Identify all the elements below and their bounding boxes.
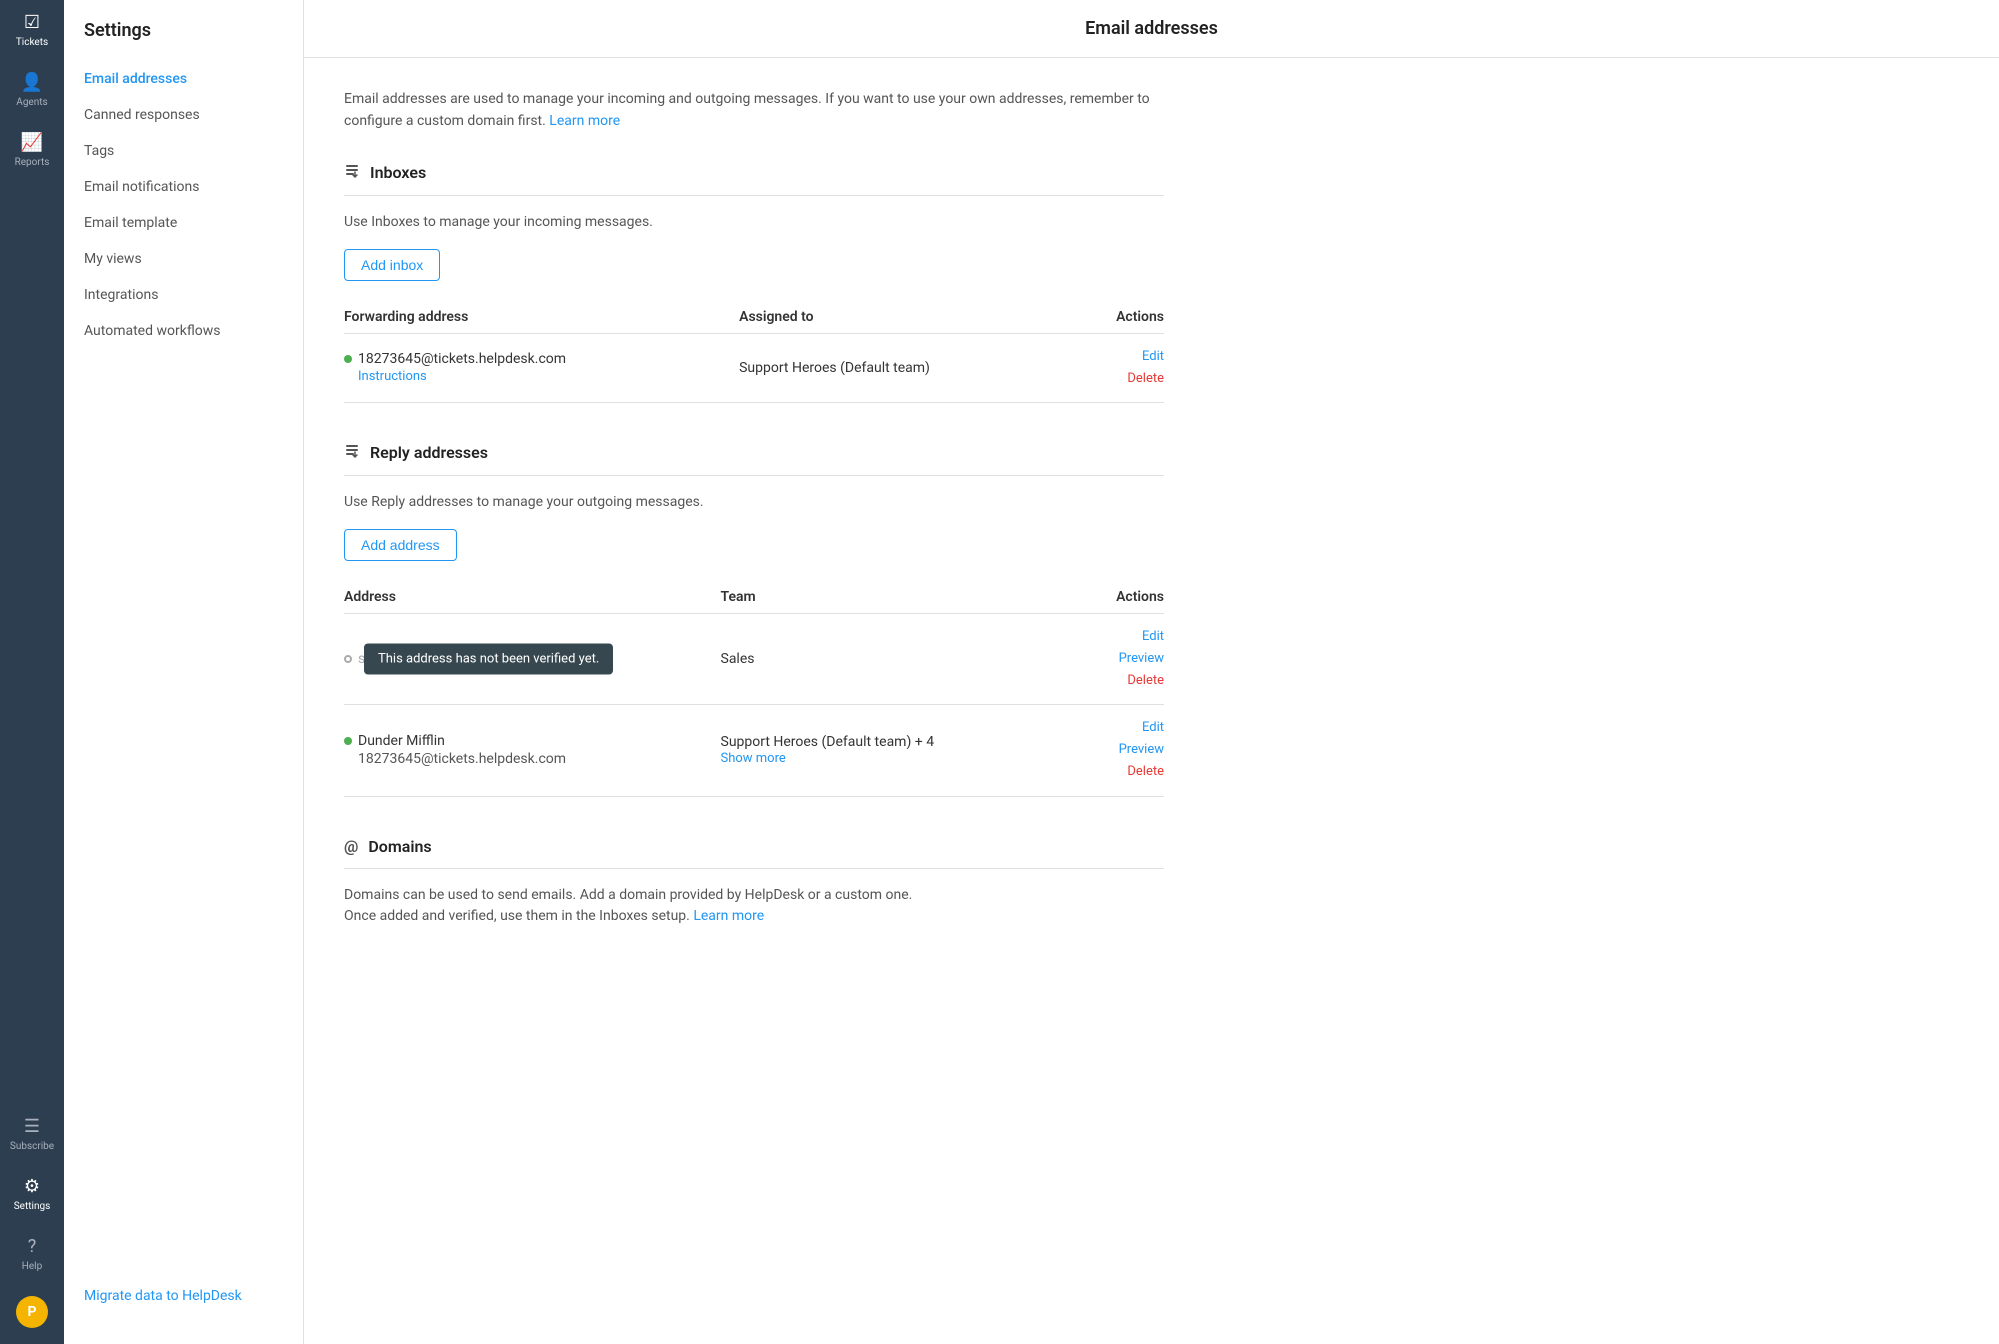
col-team: Team xyxy=(721,581,1083,614)
inbox-actions: Edit Delete xyxy=(1079,333,1164,402)
sidebar-item-tags[interactable]: Tags xyxy=(64,133,303,169)
inboxes-title: Inboxes xyxy=(370,163,426,182)
reply-name-2: Dunder Mifflin xyxy=(358,733,445,749)
nav-label-agents: Agents xyxy=(16,97,47,108)
domains-divider xyxy=(344,868,1164,869)
icon-nav: ☑ Tickets 👤 Agents 📈 Reports ☰ Subscribe… xyxy=(0,0,64,1344)
inbox-assigned-to: Support Heroes (Default team) xyxy=(739,333,1079,402)
main-content: Email addresses Email addresses are used… xyxy=(304,0,1999,1344)
inboxes-description: Use Inboxes to manage your incoming mess… xyxy=(344,212,1164,233)
reply-team-2: Support Heroes (Default team) + 4 Show m… xyxy=(721,705,1083,796)
nav-item-tickets[interactable]: ☑ Tickets xyxy=(0,0,64,60)
reply-edit-link-2[interactable]: Edit xyxy=(1142,717,1164,739)
show-more-link[interactable]: Show more xyxy=(721,751,786,766)
nav-label-tickets: Tickets xyxy=(16,37,48,48)
description-learn-more-link[interactable]: Learn more xyxy=(549,113,620,129)
nav-item-settings[interactable]: ⚙ Settings xyxy=(0,1164,64,1224)
nav-label-subscribe: Subscribe xyxy=(10,1141,54,1152)
sidebar-title: Settings xyxy=(64,20,303,61)
sidebar-item-email-addresses[interactable]: Email addresses xyxy=(64,61,303,97)
nav-label-help: Help xyxy=(22,1261,42,1272)
table-row: Dunder Mifflin 18273645@tickets.helpdesk… xyxy=(344,705,1164,796)
sidebar-item-email-template[interactable]: Email template xyxy=(64,205,303,241)
reply-address-2: 18273645@tickets.helpdesk.com xyxy=(358,751,721,767)
add-inbox-button[interactable]: Add inbox xyxy=(344,249,440,281)
tooltip-container: This address has not been verified yet. xyxy=(344,651,352,667)
inbox-delete-link[interactable]: Delete xyxy=(1127,368,1164,390)
sidebar-item-automated-workflows[interactable]: Automated workflows xyxy=(64,313,303,349)
inbox-address: 18273645@tickets.helpdesk.com xyxy=(358,351,566,367)
inbox-edit-link[interactable]: Edit xyxy=(1142,346,1164,368)
col-forwarding-address: Forwarding address xyxy=(344,301,739,334)
col-assigned-to: Assigned to xyxy=(739,301,1079,334)
reply-addresses-section: Reply addresses Use Reply addresses to m… xyxy=(344,443,1164,797)
domains-icon: @ xyxy=(344,837,358,856)
sidebar-item-canned-responses[interactable]: Canned responses xyxy=(64,97,303,133)
inboxes-section: Inboxes Use Inboxes to manage your incom… xyxy=(344,163,1164,403)
inbox-address-cell: 18273645@tickets.helpdesk.com Instructio… xyxy=(344,333,739,402)
reply-edit-link-1[interactable]: Edit xyxy=(1142,626,1164,648)
settings-icon: ⚙ xyxy=(24,1176,40,1197)
reply-team-1: Sales xyxy=(721,613,1083,704)
reply-address-1: sales@dundermifflin.com xyxy=(358,651,517,667)
nav-item-reports[interactable]: 📈 Reports xyxy=(0,120,64,180)
sidebar-item-my-views[interactable]: My views xyxy=(64,241,303,277)
domains-description: Domains can be used to send emails. Add … xyxy=(344,885,1164,927)
reply-divider xyxy=(344,475,1164,476)
help-icon: ? xyxy=(28,1236,37,1257)
reply-section-header: Reply addresses xyxy=(344,443,1164,463)
nav-label-reports: Reports xyxy=(15,157,50,168)
reply-preview-link-1[interactable]: Preview xyxy=(1119,648,1164,670)
inboxes-divider xyxy=(344,195,1164,196)
reply-icon xyxy=(344,443,360,463)
main-body: Email addresses are used to manage your … xyxy=(304,58,1204,997)
col-address: Address xyxy=(344,581,721,614)
reply-delete-link-2[interactable]: Delete xyxy=(1127,761,1164,783)
reply-description: Use Reply addresses to manage your outgo… xyxy=(344,492,1164,513)
nav-item-help[interactable]: ? Help xyxy=(0,1224,64,1284)
inboxes-table: Forwarding address Assigned to Actions 1… xyxy=(344,301,1164,403)
status-dot-active-2 xyxy=(344,737,352,745)
subscribe-icon: ☰ xyxy=(24,1116,40,1137)
nav-label-settings: Settings xyxy=(14,1201,51,1212)
inboxes-icon xyxy=(344,163,360,183)
col-actions-inbox: Actions xyxy=(1079,301,1164,334)
nav-item-subscribe[interactable]: ☰ Subscribe xyxy=(0,1104,64,1164)
reply-table: Address Team Actions xyxy=(344,581,1164,797)
status-dot-active xyxy=(344,355,352,363)
reply-address-cell-2: Dunder Mifflin 18273645@tickets.helpdesk… xyxy=(344,705,721,796)
domains-section-header: @ Domains xyxy=(344,837,1164,856)
reports-icon: 📈 xyxy=(21,132,43,153)
sidebar-footer-migrate[interactable]: Migrate data to HelpDesk xyxy=(64,1268,303,1324)
reply-actions-1: Edit Preview Delete xyxy=(1083,613,1164,704)
reply-title: Reply addresses xyxy=(370,443,488,462)
page-description: Email addresses are used to manage your … xyxy=(344,88,1164,133)
avatar: P xyxy=(16,1296,48,1328)
sidebar-item-integrations[interactable]: Integrations xyxy=(64,277,303,313)
sidebar: Settings Email addresses Canned response… xyxy=(64,0,304,1344)
page-title: Email addresses xyxy=(304,0,1999,58)
tickets-icon: ☑ xyxy=(24,12,40,33)
inbox-instructions-link[interactable]: Instructions xyxy=(358,369,739,384)
domains-learn-more-link[interactable]: Learn more xyxy=(693,908,764,924)
reply-actions-2: Edit Preview Delete xyxy=(1083,705,1164,796)
reply-address-cell-1: This address has not been verified yet. … xyxy=(344,613,721,704)
reply-delete-link-1[interactable]: Delete xyxy=(1127,670,1164,692)
nav-item-agents[interactable]: 👤 Agents xyxy=(0,60,64,120)
reply-preview-link-2[interactable]: Preview xyxy=(1119,739,1164,761)
status-dot-unverified xyxy=(344,655,352,663)
sidebar-item-email-notifications[interactable]: Email notifications xyxy=(64,169,303,205)
table-row: 18273645@tickets.helpdesk.com Instructio… xyxy=(344,333,1164,402)
agents-icon: 👤 xyxy=(21,72,43,93)
avatar-item[interactable]: P xyxy=(0,1284,64,1344)
col-actions-reply: Actions xyxy=(1083,581,1164,614)
domains-title: Domains xyxy=(368,837,431,856)
table-row: This address has not been verified yet. … xyxy=(344,613,1164,704)
inboxes-section-header: Inboxes xyxy=(344,163,1164,183)
domains-section: @ Domains Domains can be used to send em… xyxy=(344,837,1164,927)
add-address-button[interactable]: Add address xyxy=(344,529,457,561)
